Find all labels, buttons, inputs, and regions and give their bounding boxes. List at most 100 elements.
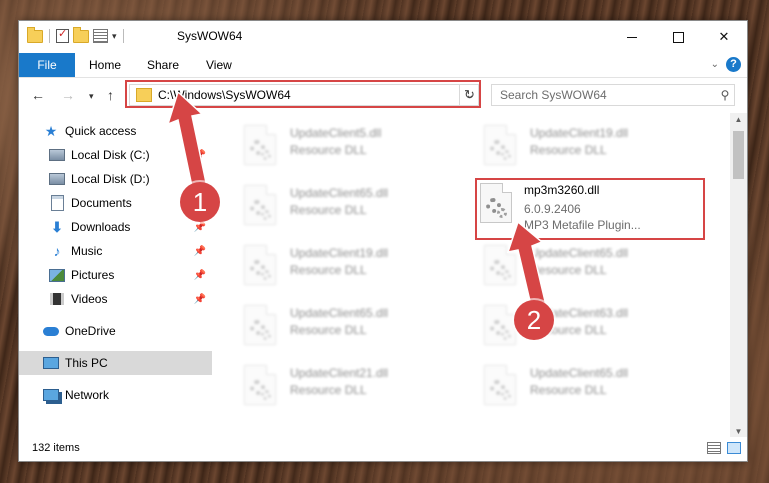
dll-file-icon bbox=[244, 305, 276, 345]
list-item[interactable]: UpdateClient19.dll Resource DLL bbox=[234, 237, 464, 287]
dll-file-icon bbox=[244, 185, 276, 225]
list-item[interactable]: UpdateClient19.dll Resource DLL bbox=[474, 117, 704, 167]
search-icon[interactable]: ⚲ bbox=[716, 88, 734, 102]
scroll-thumb[interactable] bbox=[733, 131, 744, 179]
tab-home[interactable]: Home bbox=[89, 53, 121, 77]
pin-icon[interactable]: 📌 bbox=[194, 222, 206, 233]
download-icon: ⬇ bbox=[51, 218, 63, 235]
sidebar-item-pictures[interactable]: Pictures 📌 bbox=[49, 263, 214, 287]
music-icon: ♪ bbox=[53, 243, 61, 259]
back-arrow-icon[interactable]: ← bbox=[31, 87, 45, 103]
network-icon bbox=[43, 388, 59, 402]
toolbar-separator bbox=[49, 29, 50, 43]
star-icon: ★ bbox=[44, 122, 58, 139]
pictures-icon bbox=[49, 268, 65, 282]
expand-ribbon-chevron-icon[interactable]: ⌄ bbox=[711, 59, 719, 70]
properties-icon[interactable] bbox=[93, 29, 108, 43]
dll-file-icon bbox=[244, 365, 276, 405]
file-description: Resource DLL bbox=[290, 383, 367, 397]
list-item[interactable]: UpdateClient65.dll Resource DLL bbox=[234, 177, 464, 227]
forward-arrow-icon[interactable]: → bbox=[61, 87, 75, 103]
sidebar-item-network[interactable]: Network bbox=[43, 383, 214, 407]
close-button[interactable]: ✕ bbox=[701, 21, 747, 53]
file-list: UpdateClient5.dll Resource DLL UpdateCli… bbox=[224, 113, 729, 438]
scroll-up-icon[interactable]: ▲ bbox=[730, 115, 747, 124]
customize-dropdown-icon[interactable]: ▾ bbox=[112, 31, 117, 42]
videos-icon bbox=[49, 292, 65, 306]
sidebar-item-videos[interactable]: Videos 📌 bbox=[49, 287, 214, 311]
step-marker-two: 2 bbox=[514, 300, 554, 340]
window-title: SysWOW64 bbox=[177, 29, 243, 43]
title-bar: ▾ SysWOW64 ✕ bbox=[19, 21, 747, 53]
file-description: Resource DLL bbox=[290, 203, 367, 217]
tab-view[interactable]: View bbox=[206, 53, 232, 77]
pin-icon[interactable]: 📌 bbox=[194, 270, 206, 281]
file-description: Resource DLL bbox=[290, 263, 367, 277]
dll-file-icon bbox=[244, 125, 276, 165]
up-arrow-icon[interactable]: ↑ bbox=[107, 87, 114, 103]
details-view-icon[interactable] bbox=[707, 442, 721, 454]
quick-access-toolbar: ▾ bbox=[27, 26, 126, 43]
sidebar-item-label: Local Disk (D:) bbox=[71, 172, 150, 186]
sidebar-item-label: Pictures bbox=[71, 268, 115, 282]
status-bar: 132 items bbox=[19, 437, 747, 461]
file-description: Resource DLL bbox=[530, 143, 607, 157]
file-name: UpdateClient65.dll bbox=[530, 366, 629, 380]
maximize-icon bbox=[672, 31, 684, 43]
list-item[interactable]: UpdateClient65.dll Resource DLL bbox=[234, 297, 464, 347]
pin-icon[interactable]: 📌 bbox=[194, 294, 206, 305]
dll-file-icon bbox=[480, 183, 512, 223]
file-name: mp3m3260.dll bbox=[524, 183, 600, 197]
toolbar-separator bbox=[122, 29, 124, 43]
file-name: UpdateClient19.dll bbox=[530, 126, 629, 140]
sidebar-item-label: Documents bbox=[71, 196, 132, 210]
file-description: Resource DLL bbox=[290, 323, 367, 337]
disk-icon bbox=[49, 172, 65, 186]
dll-file-icon bbox=[244, 245, 276, 285]
maximize-button[interactable] bbox=[655, 21, 701, 53]
pc-icon bbox=[43, 356, 59, 370]
list-item[interactable]: UpdateClient65.dll Resource DLL bbox=[474, 357, 704, 407]
sidebar-item-music[interactable]: ♪ Music 📌 bbox=[49, 239, 214, 263]
onedrive-icon bbox=[43, 324, 59, 338]
minimize-button[interactable] bbox=[609, 21, 655, 53]
sidebar-item-this-pc[interactable]: This PC bbox=[19, 351, 212, 375]
tab-share[interactable]: Share bbox=[147, 53, 179, 77]
refresh-button[interactable]: ↻ bbox=[459, 84, 479, 106]
dll-file-icon bbox=[484, 365, 516, 405]
file-name: UpdateClient19.dll bbox=[290, 246, 389, 260]
large-icons-view-icon[interactable] bbox=[727, 442, 741, 454]
navigation-bar: ← → ▾ ↑ C:\Windows\SysWOW64 ⌄ ↻ Search S… bbox=[19, 78, 747, 112]
minimize-icon bbox=[627, 36, 637, 38]
sidebar-item-label: This PC bbox=[65, 356, 108, 370]
search-box[interactable]: Search SysWOW64 ⚲ bbox=[491, 84, 735, 106]
folder-icon bbox=[27, 26, 43, 43]
new-folder-icon[interactable] bbox=[73, 26, 89, 43]
close-icon: ✕ bbox=[718, 29, 730, 44]
folder-icon bbox=[136, 88, 152, 102]
sidebar-item-label: OneDrive bbox=[65, 324, 116, 338]
vertical-scrollbar[interactable]: ▲ ▼ bbox=[730, 113, 747, 438]
list-item[interactable]: UpdateClient5.dll Resource DLL bbox=[234, 117, 464, 167]
list-item[interactable]: UpdateClient21.dll Resource DLL bbox=[234, 357, 464, 407]
sidebar-item-label: Downloads bbox=[71, 220, 131, 234]
recent-locations-chevron-icon[interactable]: ▾ bbox=[89, 91, 94, 102]
sidebar-item-label: Videos bbox=[71, 292, 108, 306]
item-count: 132 items bbox=[32, 442, 80, 454]
file-version: 6.0.9.2406 bbox=[524, 202, 581, 216]
sidebar-item-onedrive[interactable]: OneDrive bbox=[43, 319, 214, 343]
search-input[interactable]: Search SysWOW64 bbox=[500, 88, 716, 102]
ribbon-tabs: File Home Share View ⌄ ? bbox=[19, 53, 747, 78]
file-name: UpdateClient65.dll bbox=[290, 186, 389, 200]
disk-icon bbox=[49, 148, 65, 162]
tab-file[interactable]: File bbox=[19, 53, 75, 77]
file-name: UpdateClient21.dll bbox=[290, 366, 389, 380]
properties-check-icon[interactable] bbox=[56, 27, 69, 43]
dll-file-icon bbox=[484, 125, 516, 165]
help-icon[interactable]: ? bbox=[726, 57, 741, 72]
sidebar-item-label: Music bbox=[71, 244, 103, 258]
documents-icon bbox=[49, 195, 65, 211]
step-marker-one: 1 bbox=[180, 182, 220, 222]
scroll-down-icon[interactable]: ▼ bbox=[730, 427, 747, 436]
pin-icon[interactable]: 📌 bbox=[194, 246, 206, 257]
